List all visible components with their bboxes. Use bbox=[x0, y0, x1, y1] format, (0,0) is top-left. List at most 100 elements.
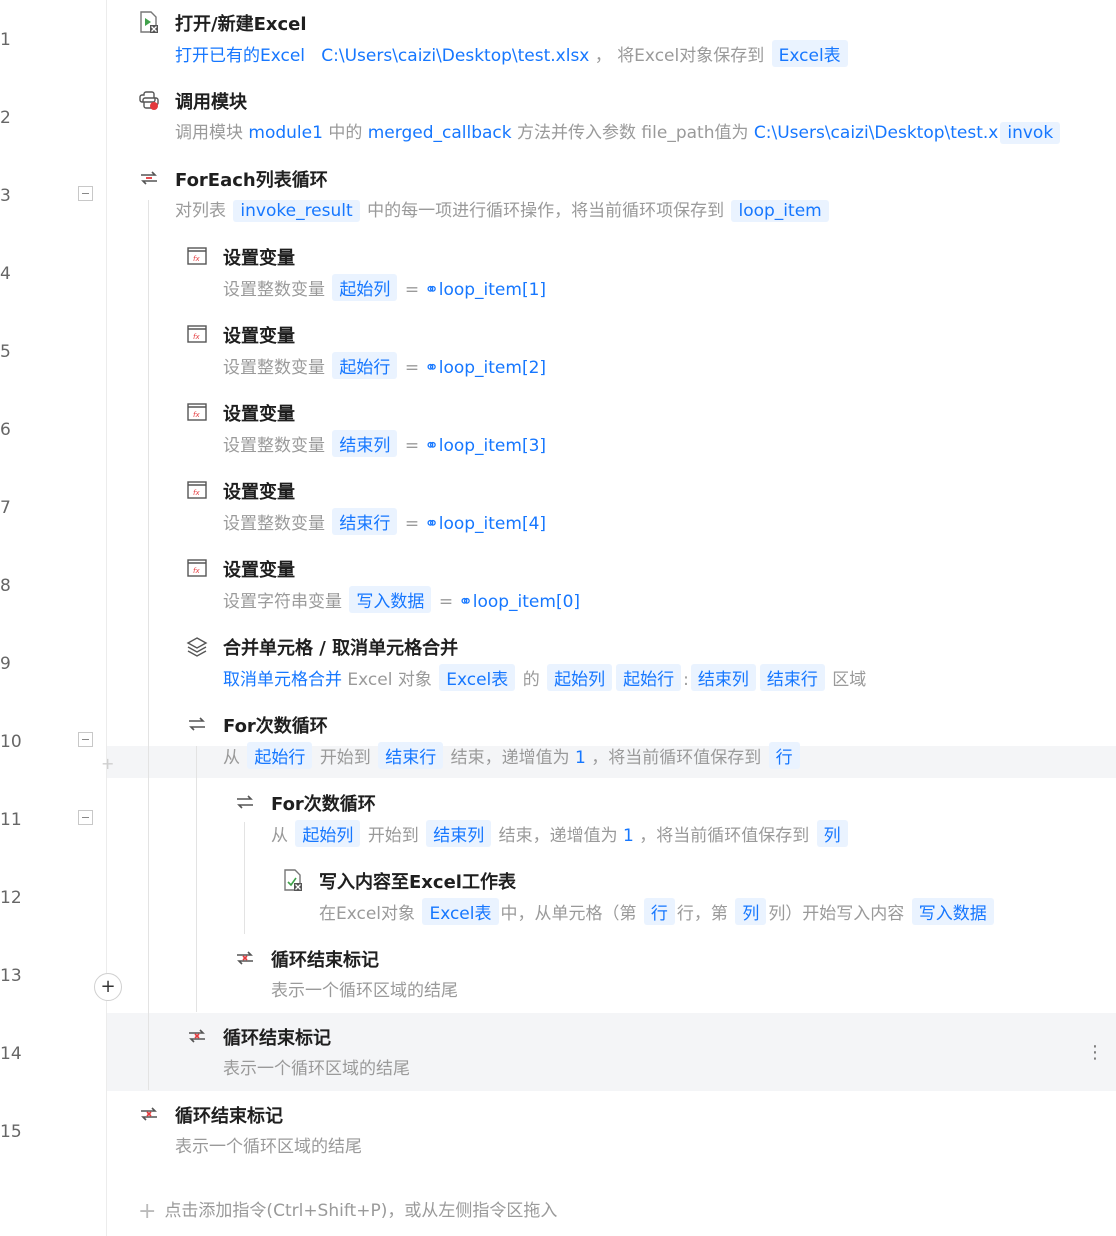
step-title: For次数循环 bbox=[223, 716, 328, 737]
line-number: 9 bbox=[0, 654, 11, 674]
step-title: 设置变量 bbox=[223, 326, 295, 347]
line-number: 7 bbox=[0, 498, 11, 518]
variable-token[interactable]: 起始列 bbox=[547, 664, 613, 691]
variable-token[interactable]: invoke_result bbox=[233, 200, 360, 222]
collapse-toggle-for-col[interactable] bbox=[78, 810, 93, 825]
step-desc: 表示一个循环区域的结尾 bbox=[271, 981, 458, 1001]
step-desc: 调用模块 module1 中的 merged_callback 方法并传入参数 … bbox=[175, 118, 1062, 144]
step-desc: 设置整数变量 起始行 = ⚭loop_item[2] bbox=[223, 352, 546, 379]
variable-token[interactable]: 起始行 bbox=[247, 742, 313, 769]
line-number: 13 bbox=[0, 966, 22, 986]
nest-guide-line bbox=[196, 746, 197, 1012]
line-number: 4 bbox=[0, 264, 11, 284]
step-title: ForEach列表循环 bbox=[175, 170, 328, 191]
variable-token[interactable]: 列 bbox=[816, 820, 848, 847]
variable-token[interactable]: invok bbox=[1000, 122, 1061, 144]
step-title: 循环结束标记 bbox=[271, 950, 379, 971]
python-module-icon bbox=[139, 91, 159, 110]
step-desc: 设置字符串变量 写入数据 = ⚭loop_item[0] bbox=[223, 586, 580, 613]
loop-end-icon bbox=[237, 951, 253, 965]
variable-token[interactable]: 起始列 bbox=[295, 820, 361, 847]
variable-token[interactable]: 行 bbox=[768, 742, 800, 769]
step-desc: 在Excel对象 Excel表 中，从单元格（第 行行，第 列列）开始写入内容 写… bbox=[319, 898, 996, 925]
layers-icon bbox=[186, 637, 208, 657]
excel-file-icon bbox=[140, 11, 158, 33]
svg-text:fx: fx bbox=[193, 255, 200, 263]
excel-write-icon bbox=[284, 869, 302, 891]
step-title: 设置变量 bbox=[223, 560, 295, 581]
step-title: 循环结束标记 bbox=[175, 1106, 283, 1127]
step-desc: 取消单元格合并 Excel 对象 Excel表 的 起始列 起始行: 结束列 结束行 … bbox=[223, 664, 866, 691]
variable-token[interactable]: loop_item bbox=[731, 200, 829, 222]
collapse-toggle-for-row[interactable] bbox=[78, 732, 93, 747]
step-desc: 打开已有的Excel C:\Users\caizi\Desktop\test.x… bbox=[175, 40, 850, 67]
variable-token[interactable]: 起始行 bbox=[616, 664, 682, 691]
line-number: 12 bbox=[0, 888, 22, 908]
variable-token[interactable]: 起始列 bbox=[332, 274, 398, 301]
step-desc: 表示一个循环区域的结尾 bbox=[223, 1059, 410, 1079]
python-expr-icon: ⚭ bbox=[424, 280, 439, 300]
svg-text:fx: fx bbox=[193, 411, 200, 419]
python-expr-icon: ⚭ bbox=[424, 436, 439, 456]
loop-end-icon bbox=[189, 1029, 205, 1043]
variable-token[interactable]: 结束行 bbox=[332, 508, 398, 535]
line-number: 2 bbox=[0, 108, 11, 128]
nest-guide-line bbox=[244, 822, 245, 934]
variable-token[interactable]: 结束列 bbox=[332, 430, 398, 457]
step-desc: 设置整数变量 结束行 = ⚭loop_item[4] bbox=[223, 508, 546, 535]
variable-token[interactable]: 列 bbox=[735, 898, 767, 925]
fx-variable-icon: fx bbox=[187, 481, 207, 499]
line-number: 6 bbox=[0, 420, 11, 440]
step-title: 打开/新建Excel bbox=[175, 14, 307, 35]
variable-token[interactable]: 结束列 bbox=[426, 820, 492, 847]
variable-token[interactable]: 起始行 bbox=[332, 352, 398, 379]
step-desc: 从 起始行 开始到 结束行 结束，递增值为 1 ，将当前循环值保存到 行 bbox=[223, 742, 802, 769]
step-title: 设置变量 bbox=[223, 482, 295, 503]
step-title: 调用模块 bbox=[175, 92, 247, 113]
line-number: 1 bbox=[0, 30, 11, 50]
repeat-loop-icon bbox=[189, 717, 205, 731]
line-number: 3 bbox=[0, 186, 11, 206]
fx-variable-icon: fx bbox=[187, 325, 207, 343]
python-expr-icon: ⚭ bbox=[458, 592, 473, 612]
line-number: 11 bbox=[0, 810, 22, 830]
line-number: 5 bbox=[0, 342, 11, 362]
add-instruction-hint[interactable]: + 点击添加指令(Ctrl+Shift+P)，或从左侧指令区拖入 bbox=[138, 1196, 557, 1224]
collapse-toggle-foreach[interactable] bbox=[78, 186, 93, 201]
variable-token[interactable]: Excel表 bbox=[771, 40, 848, 67]
variable-token[interactable]: Excel表 bbox=[422, 898, 499, 925]
step-desc: 设置整数变量 起始列 = ⚭loop_item[1] bbox=[223, 274, 546, 301]
step-desc: 设置整数变量 结束列 = ⚭loop_item[3] bbox=[223, 430, 546, 457]
step-title: For次数循环 bbox=[271, 794, 376, 815]
step-desc: 表示一个循环区域的结尾 bbox=[175, 1137, 362, 1157]
step-title: 设置变量 bbox=[223, 404, 295, 425]
line-number: 14 bbox=[0, 1044, 22, 1064]
line-number: 10 bbox=[0, 732, 22, 752]
python-expr-icon: ⚭ bbox=[424, 358, 439, 378]
step-title: 循环结束标记 bbox=[223, 1028, 331, 1049]
fx-variable-icon: fx bbox=[187, 559, 207, 577]
variable-token[interactable]: 结束列 bbox=[690, 664, 756, 691]
variable-token[interactable]: 结束行 bbox=[759, 664, 825, 691]
variable-token[interactable]: 行 bbox=[643, 898, 675, 925]
insert-plus-icon[interactable]: + bbox=[101, 754, 114, 773]
insert-step-button[interactable]: + bbox=[94, 973, 122, 1001]
repeat-loop-icon bbox=[237, 795, 253, 809]
loop-end-icon bbox=[141, 1107, 157, 1121]
fx-variable-icon: fx bbox=[187, 247, 207, 265]
fx-variable-icon: fx bbox=[187, 403, 207, 421]
variable-token[interactable]: 结束行 bbox=[378, 742, 444, 769]
variable-token[interactable]: 写入数据 bbox=[911, 898, 994, 925]
more-options-icon[interactable]: ⋮ bbox=[1086, 1042, 1104, 1063]
variable-token[interactable]: 写入数据 bbox=[349, 586, 432, 613]
nest-guide-line bbox=[148, 200, 149, 1090]
svg-text:fx: fx bbox=[193, 489, 200, 497]
step-desc: 对列表 invoke_result 中的每一项进行循环操作，将当前循环项保存到 … bbox=[175, 196, 831, 222]
svg-text:fx: fx bbox=[193, 333, 200, 341]
line-number: 15 bbox=[0, 1122, 22, 1142]
line-number: 8 bbox=[0, 576, 11, 596]
variable-token[interactable]: Excel表 bbox=[439, 664, 516, 691]
step-title: 设置变量 bbox=[223, 248, 295, 269]
svg-text:fx: fx bbox=[193, 567, 200, 575]
plus-icon: + bbox=[138, 1199, 157, 1224]
